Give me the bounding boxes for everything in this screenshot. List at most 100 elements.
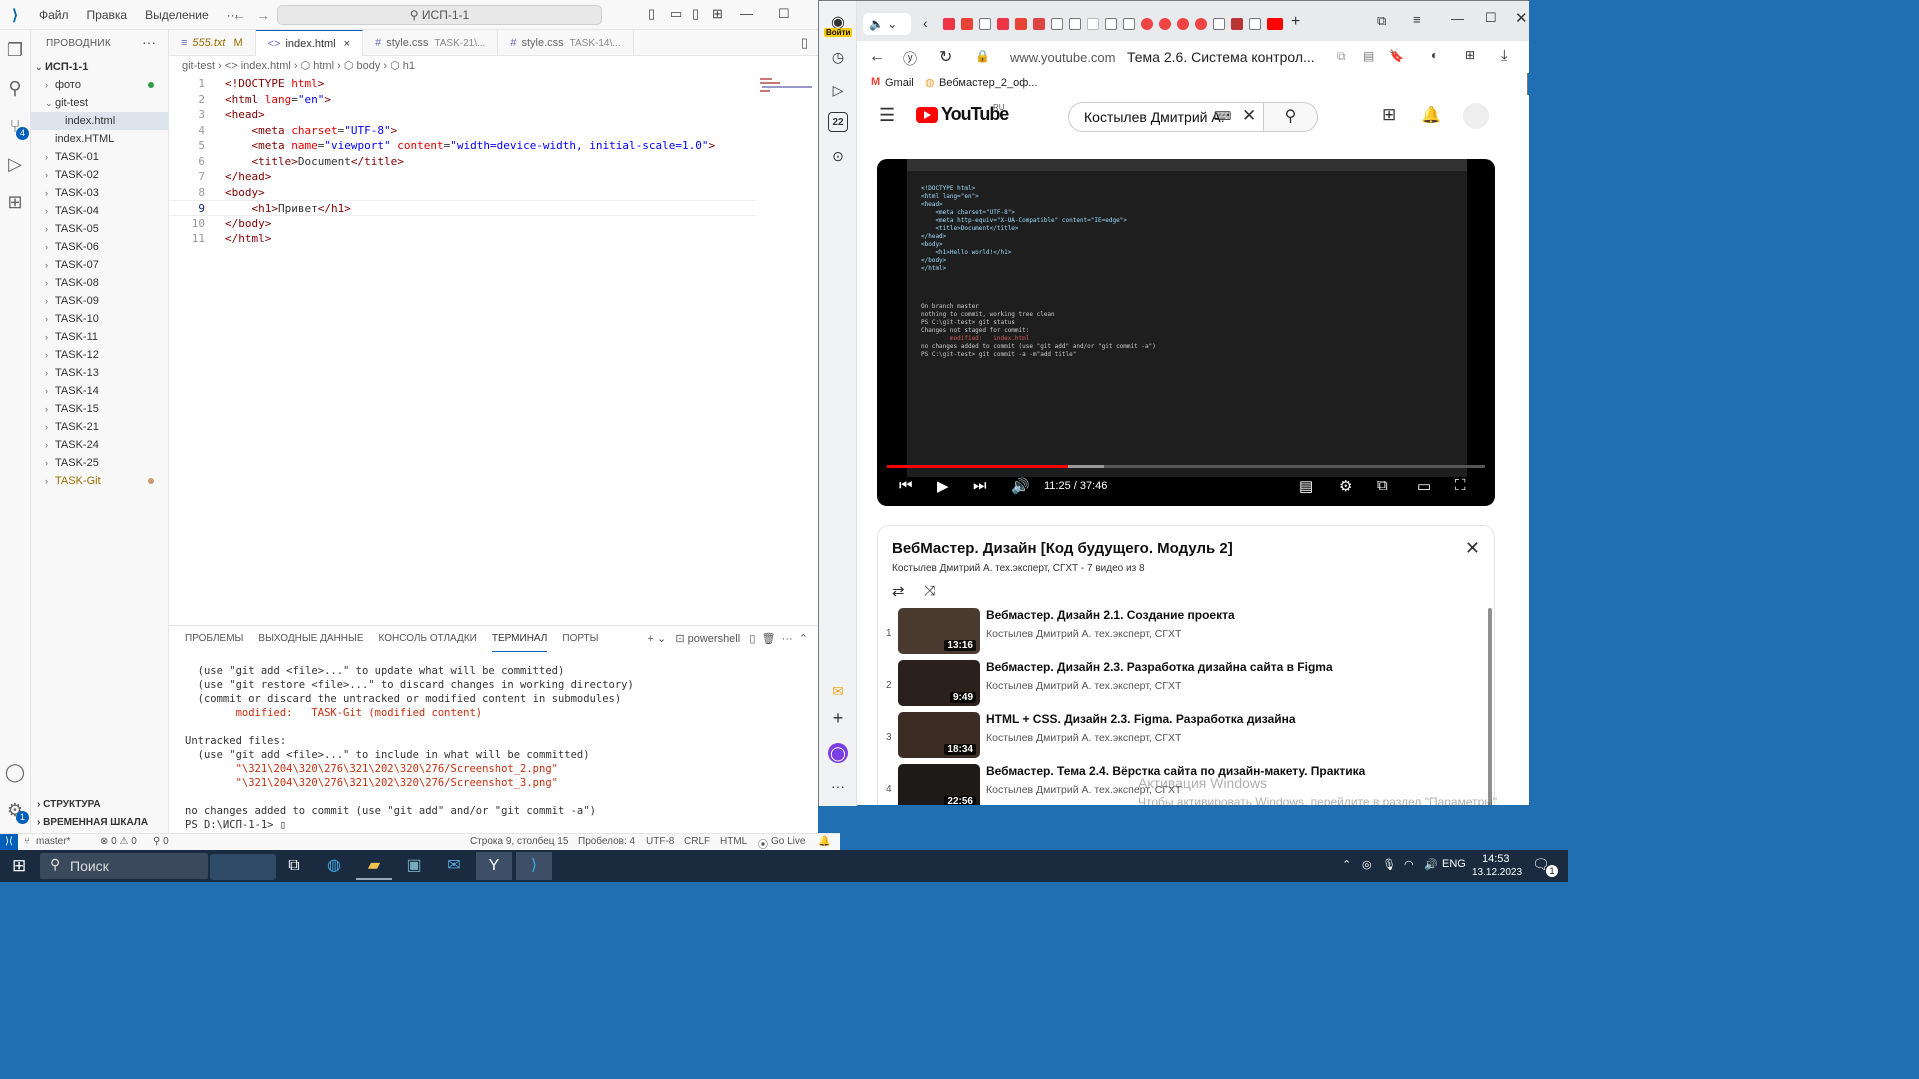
forward-arrow-icon[interactable]: →: [256, 7, 270, 23]
search-highlight-image[interactable]: [210, 854, 276, 880]
tab-favicon[interactable]: [1051, 18, 1063, 30]
editor-tab[interactable]: # style.css TASK-21\...: [363, 30, 499, 56]
maximize-panel-icon[interactable]: ⌃: [799, 633, 808, 645]
clock-date[interactable]: 13.12.2023: [1472, 867, 1522, 878]
video-thumbnail[interactable]: 18:34: [898, 712, 980, 758]
tree-root[interactable]: ⌄ ИСП-1-1: [31, 58, 169, 76]
tab-favicon[interactable]: [1249, 18, 1261, 30]
status-position[interactable]: Строка 9, столбец 15: [470, 836, 568, 847]
panel-tab[interactable]: ПРОБЛЕМЫ: [185, 626, 243, 652]
tab-favicon[interactable]: [1213, 18, 1225, 30]
tree-item[interactable]: › TASK-02: [31, 166, 169, 184]
code-line[interactable]: 11 </html>: [169, 231, 818, 247]
timeline-section[interactable]: › ВРЕМЕННАЯ ШКАЛА: [31, 814, 169, 832]
next-icon[interactable]: ⏭: [973, 477, 987, 494]
panel-tab[interactable]: ВЫХОДНЫЕ ДАННЫЕ: [258, 626, 363, 652]
back-arrow-icon[interactable]: ←: [232, 7, 246, 23]
tab-favicon[interactable]: [1123, 18, 1135, 30]
bell-icon[interactable]: 🔔: [818, 836, 830, 847]
tree-item[interactable]: › TASK-10: [31, 310, 169, 328]
tree-item[interactable]: ⌄ git-test: [31, 94, 169, 112]
download-icon[interactable]: ⤓: [1501, 47, 1508, 64]
playlist-item-author[interactable]: Костылев Дмитрий А. тех.эксперт, СГХТ: [986, 628, 1181, 640]
menu-edit[interactable]: Правка: [78, 8, 137, 22]
wifi-icon[interactable]: ◠: [1404, 858, 1414, 871]
tree-item[interactable]: › TASK-01: [31, 148, 169, 166]
share-icon[interactable]: ⧉: [1337, 49, 1346, 64]
playlist-item[interactable]: 1 13:16 Вебмастер. Дизайн 2.1. Создание пр…: [878, 608, 1478, 660]
add-icon[interactable]: +: [828, 708, 848, 728]
create-video-icon[interactable]: ⊞: [1382, 105, 1396, 125]
input-language[interactable]: ENG: [1442, 858, 1466, 870]
outline-section[interactable]: › СТРУКТУРА: [31, 796, 169, 814]
search-button[interactable]: ⚲: [1263, 102, 1318, 132]
close-playlist-icon[interactable]: ✕: [1465, 538, 1480, 559]
tray-chevron-icon[interactable]: ⌃: [1342, 858, 1351, 871]
theater-mode-icon[interactable]: ▭: [1417, 477, 1431, 495]
edge-icon[interactable]: ◍: [316, 852, 352, 880]
playlist-item-title[interactable]: HTML + CSS. Дизайн 2.3. Figma. Разработк…: [986, 712, 1296, 726]
tab-favicon[interactable]: [1177, 18, 1189, 30]
close-icon[interactable]: ✕: [1515, 9, 1528, 27]
tab-favicon[interactable]: [1195, 18, 1207, 30]
toggle-sidebar-icon[interactable]: ▯: [648, 6, 655, 22]
menu-selection[interactable]: Выделение: [136, 8, 218, 22]
search-input[interactable]: Костылев Дмитрий А.: [1068, 102, 1264, 132]
tab-favicon[interactable]: [1159, 18, 1171, 30]
tray-app-icon[interactable]: ◎: [1362, 858, 1372, 871]
code-editor[interactable]: 1 <!DOCTYPE html> 2 <html lang="en"> 3 <head>…: [169, 76, 818, 247]
status-eol[interactable]: CRLF: [684, 836, 710, 847]
camera-icon[interactable]: ⊙: [828, 146, 848, 166]
video-thumbnail[interactable]: 22:56: [898, 764, 980, 805]
extension-icon[interactable]: ◐: [1431, 48, 1438, 62]
hamburger-menu-icon[interactable]: ☰: [879, 105, 895, 126]
microphone-icon[interactable]: 🎙: [1382, 858, 1396, 871]
more-icon[interactable]: ···: [828, 776, 848, 796]
volume-icon[interactable]: 🔊: [1011, 477, 1030, 495]
status-ports[interactable]: ⚲ 0: [153, 836, 169, 847]
code-line[interactable]: 7 </head>: [169, 169, 818, 185]
video-thumbnail[interactable]: 9:49: [898, 660, 980, 706]
source-control-icon[interactable]: ⑂ 4: [3, 114, 29, 140]
lock-icon[interactable]: 🔒: [975, 49, 990, 63]
tab-favicon[interactable]: [961, 18, 973, 30]
status-branch[interactable]: master*: [36, 836, 70, 847]
code-line[interactable]: 3 <head>: [169, 107, 818, 123]
tab-favicon[interactable]: [1087, 18, 1099, 30]
code-line[interactable]: 5 <meta name="viewport" content="width=d…: [169, 138, 818, 154]
tree-item[interactable]: › фото: [31, 76, 169, 94]
tree-item[interactable]: › TASK-03: [31, 184, 169, 202]
tree-item[interactable]: › TASK-Git: [31, 472, 169, 490]
avatar[interactable]: [1463, 103, 1489, 129]
panel-tab[interactable]: КОНСОЛЬ ОТЛАДКИ: [379, 626, 477, 652]
tab-favicon[interactable]: [979, 18, 991, 30]
split-terminal-icon[interactable]: ▯: [749, 633, 755, 645]
editor-tab[interactable]: ≡ 555.txt M: [169, 30, 256, 56]
toggle-secondary-sidebar-icon[interactable]: ▯: [692, 6, 699, 22]
mail-icon[interactable]: ✉: [828, 681, 848, 701]
tree-item[interactable]: › TASK-13: [31, 364, 169, 382]
loop-icon[interactable]: ⇄: [892, 582, 905, 600]
terminal-output[interactable]: (use "git add <file>..." to update what …: [185, 664, 634, 832]
status-golive[interactable]: Go Live: [771, 836, 805, 847]
video-progress-bar[interactable]: [887, 465, 1485, 468]
command-center-search[interactable]: ⚲ ИСП-1-1: [277, 5, 602, 25]
code-line[interactable]: 9 <h1>Привет</h1>: [169, 200, 755, 216]
menu-icon[interactable]: ≡: [1413, 12, 1421, 27]
account-icon[interactable]: ◯: [3, 760, 27, 784]
code-line[interactable]: 1 <!DOCTYPE html>: [169, 76, 818, 92]
yandex-browser-icon[interactable]: Y: [476, 852, 512, 880]
new-tab-icon[interactable]: +: [1291, 13, 1300, 31]
url-text[interactable]: www.youtube.com: [1010, 50, 1116, 65]
shuffle-icon[interactable]: ⤨: [924, 582, 935, 599]
tab-favicon[interactable]: [1015, 18, 1027, 30]
tab-favicon[interactable]: [1033, 18, 1045, 30]
playlist-item[interactable]: 3 18:34 HTML + CSS. Дизайн 2.3. Figma. Раз…: [878, 712, 1478, 764]
bookmark-icon[interactable]: 🔖: [1389, 49, 1404, 63]
minimize-icon[interactable]: —: [1451, 11, 1464, 26]
vscode-taskbar-icon[interactable]: ⟩: [516, 852, 552, 880]
panel-tab[interactable]: ТЕРМИНАЛ: [491, 626, 548, 652]
remote-icon[interactable]: ⟩⟨: [0, 834, 18, 850]
tree-item[interactable]: › TASK-11: [31, 328, 169, 346]
code-line[interactable]: 8 <body>: [169, 185, 818, 201]
